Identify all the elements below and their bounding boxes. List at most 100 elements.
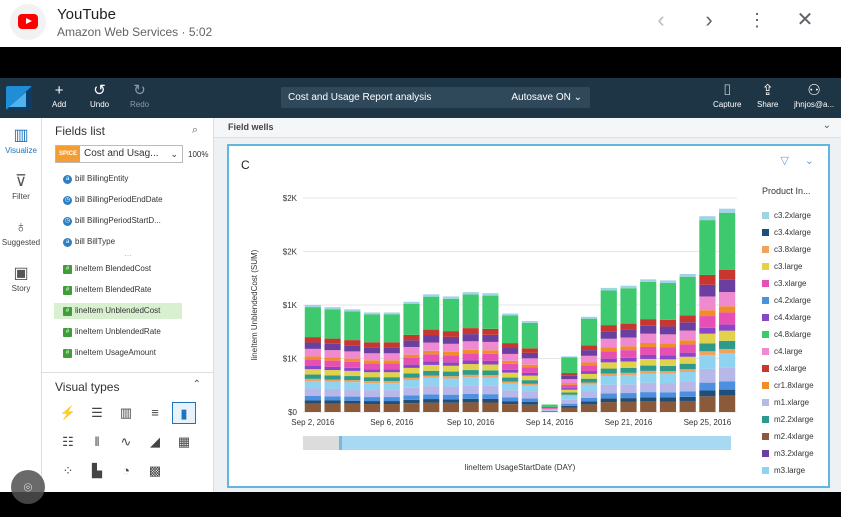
bar-segment[interactable]	[600, 331, 617, 339]
bar-segment[interactable]	[521, 372, 538, 376]
bar-segment[interactable]	[659, 280, 677, 284]
bar-segment[interactable]	[442, 399, 460, 403]
bar-segment[interactable]	[462, 341, 479, 350]
bar-segment[interactable]	[699, 351, 716, 356]
bar-segment[interactable]	[541, 410, 558, 411]
bar-segment[interactable]	[719, 212, 736, 270]
bar-segment[interactable]	[561, 357, 578, 374]
bar-segment[interactable]	[344, 376, 361, 381]
bar-segment[interactable]	[580, 365, 598, 372]
bar-segment[interactable]	[580, 355, 598, 363]
bar-segment[interactable]	[699, 296, 716, 311]
bar-segment[interactable]	[502, 353, 519, 361]
bar-segment[interactable]	[442, 362, 460, 366]
bar-segment[interactable]	[363, 342, 381, 348]
bar-segment[interactable]	[541, 407, 558, 408]
bar-segment[interactable]	[423, 364, 440, 371]
bar-segment[interactable]	[304, 342, 321, 349]
bar-segment[interactable]	[403, 357, 420, 365]
bar-segment[interactable]	[482, 364, 499, 371]
bar-segment[interactable]	[719, 340, 736, 349]
rail-suggested[interactable]: ♁ Suggested	[0, 218, 42, 247]
field-item[interactable]: # lineItem BlendedRate	[54, 282, 182, 298]
bar-segment[interactable]	[521, 364, 538, 368]
bar-segment[interactable]	[620, 372, 637, 376]
bar-segment[interactable]	[423, 296, 440, 330]
bar-segment[interactable]	[344, 309, 361, 312]
bar-segment[interactable]	[304, 380, 321, 389]
bar-segment[interactable]	[502, 313, 519, 316]
bar-segment[interactable]	[344, 403, 361, 412]
bar-segment[interactable]	[383, 401, 400, 405]
bar-segment[interactable]	[620, 401, 637, 412]
bar-segment[interactable]	[403, 377, 420, 381]
bar-segment[interactable]	[502, 377, 519, 382]
bar-segment[interactable]	[363, 353, 381, 361]
table-icon[interactable]: ▦	[172, 431, 196, 453]
bar-segment[interactable]	[304, 374, 321, 379]
bar-segment[interactable]	[363, 377, 381, 382]
bar-segment[interactable]	[640, 397, 657, 402]
bar-segment[interactable]	[383, 381, 400, 384]
legend-item[interactable]: c3.2xlarge	[762, 210, 811, 222]
legend-item[interactable]: c3.large	[762, 261, 802, 273]
bar-segment[interactable]	[324, 379, 341, 382]
bar-segment[interactable]	[659, 359, 677, 366]
legend-item[interactable]: c4.8xlarge	[762, 329, 811, 341]
bar-segment[interactable]	[324, 403, 341, 412]
bar-segment[interactable]	[442, 336, 460, 344]
bar-segment[interactable]	[423, 354, 440, 362]
bar-segment[interactable]	[620, 337, 637, 347]
bar-segment[interactable]	[462, 402, 479, 412]
bar-segment[interactable]	[482, 377, 499, 386]
previous-icon[interactable]: ‹	[649, 8, 673, 32]
bar-segment[interactable]	[561, 405, 578, 408]
bar-segment[interactable]	[403, 380, 420, 388]
field-wells-bar[interactable]: Field wells ⌄	[214, 118, 841, 138]
bar-segment[interactable]	[679, 330, 696, 341]
bar-segment[interactable]	[541, 409, 558, 411]
bar-segment[interactable]	[561, 392, 578, 395]
bar-segment[interactable]	[383, 397, 400, 402]
bar-segment[interactable]	[561, 389, 578, 393]
heat-map-icon[interactable]: ▩	[143, 460, 167, 482]
bar-segment[interactable]	[640, 392, 657, 398]
bar-segment[interactable]	[482, 295, 499, 329]
bar-segment[interactable]	[719, 367, 736, 382]
bar-segment[interactable]	[580, 316, 598, 319]
field-item[interactable]: # lineItem UnblendedRate	[54, 324, 182, 340]
stacked-horizontal-bar-icon[interactable]: ☷	[56, 431, 80, 453]
share-button[interactable]: ⇪ Share	[757, 82, 778, 109]
bar-segment[interactable]	[699, 220, 716, 275]
bar-segment[interactable]	[699, 216, 716, 221]
bar-segment[interactable]	[679, 356, 696, 364]
bar-segment[interactable]	[640, 358, 657, 366]
bar-segment[interactable]	[600, 287, 617, 291]
bar-segment[interactable]	[442, 378, 460, 387]
legend-item[interactable]: m3.2xlarge	[762, 448, 814, 460]
bar-segment[interactable]	[482, 293, 499, 296]
bar-segment[interactable]	[640, 333, 657, 344]
bar-segment[interactable]	[442, 371, 460, 377]
bar-segment[interactable]	[363, 363, 381, 370]
bar-segment[interactable]	[561, 373, 578, 376]
bar-segment[interactable]	[600, 376, 617, 385]
bar-segment[interactable]	[403, 387, 420, 396]
bar-segment[interactable]	[324, 338, 341, 344]
bar-segment[interactable]	[324, 400, 341, 404]
bar-segment[interactable]	[344, 361, 361, 368]
bar-segment[interactable]	[423, 370, 440, 376]
stacked-bar-icon[interactable]: ▮	[172, 402, 196, 424]
search-icon[interactable]: ⌕	[192, 124, 198, 137]
bar-segment[interactable]	[423, 335, 440, 343]
bar-segment[interactable]	[502, 343, 519, 349]
bar-segment[interactable]	[719, 269, 736, 280]
bar-segment[interactable]	[699, 343, 716, 352]
bar-segment[interactable]	[640, 354, 657, 359]
bar-segment[interactable]	[600, 402, 617, 412]
bar-segment[interactable]	[423, 294, 440, 297]
bar-segment[interactable]	[600, 384, 617, 394]
bar-segment[interactable]	[659, 397, 677, 402]
bar-segment[interactable]	[482, 328, 499, 335]
bar-segment[interactable]	[403, 367, 420, 374]
